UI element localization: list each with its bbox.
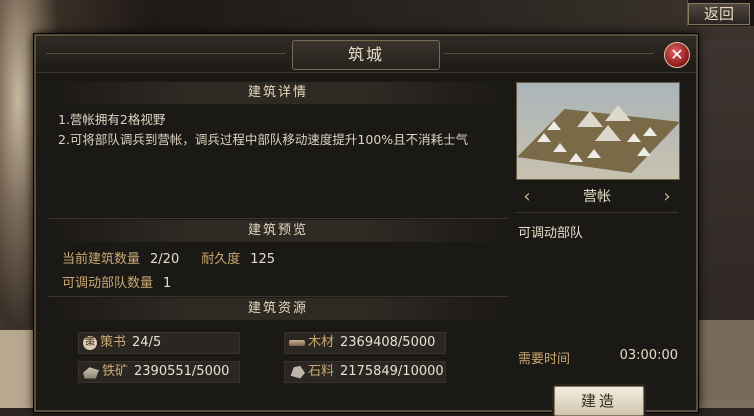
count-label: 当前建筑数量 (62, 252, 141, 267)
resource-name: 策书 (100, 335, 127, 350)
preview-troops-row: 可调动部队数量 1 (62, 272, 171, 291)
durability-label: 耐久度 (201, 252, 241, 267)
title-divider-right (444, 53, 654, 54)
building-selector: ‹ 营帐 › (516, 182, 678, 213)
resource-value: 2369408/5000 (340, 335, 436, 350)
building-function: 可调动部队 (518, 226, 584, 241)
divider (48, 218, 508, 219)
preview-heading: 建筑预览 (48, 220, 508, 242)
prev-arrow-icon[interactable]: ‹ (520, 188, 534, 206)
next-arrow-icon[interactable]: › (660, 188, 674, 206)
stone-icon (290, 365, 305, 379)
troops-label: 可调动部队数量 (62, 276, 154, 291)
tent-shape (605, 105, 631, 121)
iron-icon (83, 367, 99, 379)
top-right-bar: 返回 (687, 0, 754, 26)
build-button[interactable]: 建造 (554, 386, 644, 416)
count-value: 2/20 (150, 252, 180, 267)
preview-count-row: 当前建筑数量 2/20 耐久度 125 (62, 248, 275, 267)
resource-name: 石料 (308, 364, 335, 379)
building-image (516, 82, 680, 180)
info-panel: 建筑详情 1.营帐拥有2格视野 2.可将部队调兵到营帐，调兵过程中部队移动速度提… (48, 78, 508, 404)
time-label: 需要时间 (518, 352, 571, 367)
resource-name: 木材 (308, 335, 335, 350)
time-row: 需要时间 03:00:00 (518, 348, 678, 367)
resource-heading: 建筑资源 (48, 298, 508, 320)
detail-heading: 建筑详情 (48, 82, 508, 104)
time-value: 03:00:00 (619, 348, 678, 363)
close-icon[interactable]: ✕ (664, 42, 690, 68)
title-divider-left (46, 53, 286, 54)
resource-value: 2175849/10000 (340, 364, 444, 379)
durability-value: 125 (250, 252, 276, 267)
resource-iron: 铁矿 2390551/5000 (78, 361, 240, 383)
title-bar: 筑城 ✕ (36, 36, 696, 73)
detail-description: 1.营帐拥有2格视野 2.可将部队调兵到营帐，调兵过程中部队移动速度提升100%… (58, 110, 498, 150)
decree-icon: 策 (83, 335, 97, 350)
resource-name: 铁矿 (102, 364, 129, 379)
building-panel: ‹ 营帐 › 可调动部队 需要时间 03:00:00 建造 (512, 78, 684, 416)
dialog-title: 筑城 (292, 40, 440, 70)
resource-value: 24/5 (132, 335, 162, 350)
build-dialog: 筑城 ✕ 建筑详情 1.营帐拥有2格视野 2.可将部队调兵到营帐，调兵过程中部队… (34, 34, 698, 416)
resource-stone: 石料 2175849/10000 (284, 361, 446, 383)
divider (48, 296, 508, 297)
building-name: 营帐 (583, 189, 611, 205)
wood-icon (289, 339, 305, 346)
back-button[interactable]: 返回 (688, 3, 750, 25)
troops-value: 1 (163, 276, 172, 291)
detail-line: 2.可将部队调兵到营帐，调兵过程中部队移动速度提升100%且不消耗士气 (58, 132, 469, 147)
detail-line: 1.营帐拥有2格视野 (58, 112, 166, 127)
resource-decree: 策策书 24/5 (78, 332, 240, 354)
resource-wood: 木材 2369408/5000 (284, 332, 446, 354)
resource-value: 2390551/5000 (134, 364, 230, 379)
